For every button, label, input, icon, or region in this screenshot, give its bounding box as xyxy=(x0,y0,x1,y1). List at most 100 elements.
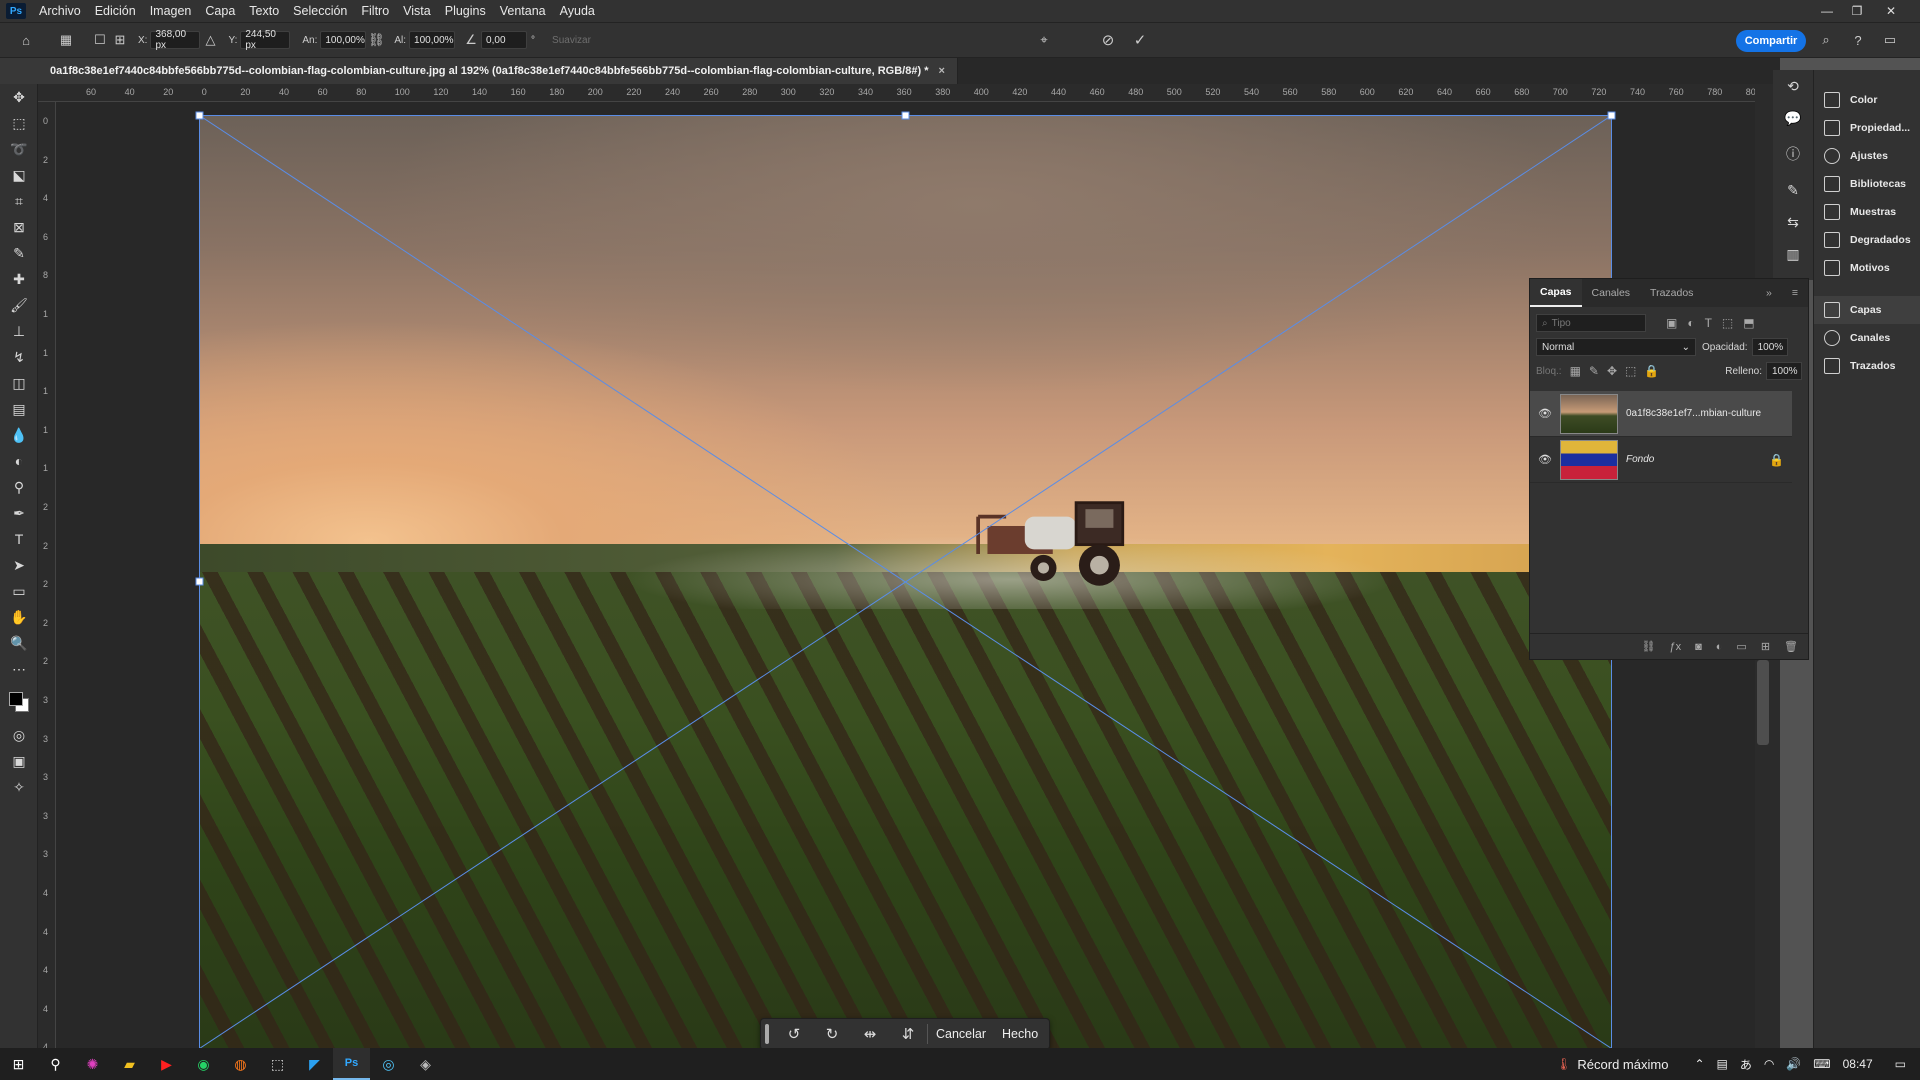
home-icon[interactable]: ⌂ xyxy=(16,30,36,50)
rectangle-tool-icon[interactable]: ▭ xyxy=(0,578,38,604)
workspace-icon[interactable]: ▭ xyxy=(1880,30,1900,50)
visibility-eye-icon[interactable]: 👁 xyxy=(1538,453,1552,466)
document-tab[interactable]: 0a1f8c38e1ef7440c84bbfe566bb775d--colomb… xyxy=(0,58,958,84)
color-swatches-icon[interactable] xyxy=(0,682,38,722)
reference-point-icon[interactable]: ▦ xyxy=(56,30,76,50)
warp-icon[interactable]: ⌖ xyxy=(1034,30,1054,50)
keyboard-icon[interactable]: ⌨ xyxy=(1813,1057,1830,1071)
panel-adjustments[interactable]: Ajustes xyxy=(1814,142,1920,170)
screen-mode-icon[interactable]: ▣ xyxy=(0,748,38,774)
grid-icon[interactable]: ⊞ xyxy=(110,30,130,50)
vscode-icon[interactable]: ◤ xyxy=(296,1048,333,1080)
app-icon-2[interactable]: ⬚ xyxy=(259,1048,296,1080)
layer-row-fondo[interactable]: 👁 Fondo 🔒 xyxy=(1530,437,1792,483)
collapse-panel-icon[interactable]: » xyxy=(1756,279,1782,307)
lasso-tool-icon[interactable]: ➰ xyxy=(0,136,38,162)
fill-field[interactable]: 100% xyxy=(1766,362,1802,380)
history-brush-icon[interactable]: ↯ xyxy=(0,344,38,370)
fx-icon[interactable]: ƒx xyxy=(1669,641,1681,653)
scrollbar-thumb[interactable] xyxy=(1757,660,1769,745)
panel-layers[interactable]: Capas xyxy=(1814,296,1920,324)
visibility-eye-icon[interactable]: 👁 xyxy=(1538,407,1552,420)
gradient-tool-icon[interactable]: ▤ xyxy=(0,396,38,422)
app-icon-1[interactable]: ✺ xyxy=(74,1048,111,1080)
transform-bounding-box[interactable] xyxy=(56,102,1755,1048)
tab-canales[interactable]: Canales xyxy=(1582,279,1641,307)
path-select-tool-icon[interactable]: ➤ xyxy=(0,552,38,578)
generative-icon[interactable]: ✧ xyxy=(0,774,38,800)
link-icon[interactable]: ⛓ xyxy=(366,30,386,50)
weather-text[interactable]: Récord máximo xyxy=(1577,1057,1668,1072)
panel-libraries[interactable]: Bibliotecas xyxy=(1814,170,1920,198)
panel-swatches[interactable]: Muestras xyxy=(1814,198,1920,226)
type-tool-icon[interactable]: T xyxy=(0,526,38,552)
more-tools-icon[interactable]: ⋯ xyxy=(0,656,38,682)
crop-tool-icon[interactable]: ⌗ xyxy=(0,188,38,214)
x-position-field[interactable]: 368,00 px xyxy=(150,29,201,51)
menu-capa[interactable]: Capa xyxy=(198,0,242,22)
stamp-tool-icon[interactable]: ⊥ xyxy=(0,318,38,344)
marquee-tool-icon[interactable]: ⬚ xyxy=(0,110,38,136)
handle-top-right[interactable] xyxy=(1607,111,1616,120)
panel-patterns[interactable]: Motivos xyxy=(1814,254,1920,282)
photoshop-taskbar-icon[interactable]: Ps xyxy=(333,1048,370,1080)
frame-tool-icon[interactable]: ⊠ xyxy=(0,214,38,240)
done-button[interactable]: Hecho xyxy=(994,1018,1046,1050)
delete-layer-icon[interactable]: 🗑 xyxy=(1784,640,1798,653)
minimize-icon[interactable]: — xyxy=(1812,0,1842,22)
panel-gradients[interactable]: Degradados xyxy=(1814,226,1920,254)
angle-field[interactable]: 0,00 xyxy=(481,31,528,49)
cancel-button[interactable]: Cancelar xyxy=(928,1018,994,1050)
eyedropper-tool-icon[interactable]: ✎ xyxy=(0,240,38,266)
hand-tool-icon[interactable]: ✋ xyxy=(0,604,38,630)
menu-seleccion[interactable]: Selección xyxy=(286,0,354,22)
checkbox-icon[interactable]: ☐ xyxy=(90,30,110,50)
menu-edicion[interactable]: Edición xyxy=(88,0,143,22)
language-icon[interactable]: あ xyxy=(1740,1056,1752,1073)
device-icon[interactable]: ▤ xyxy=(1717,1057,1728,1071)
menu-ayuda[interactable]: Ayuda xyxy=(553,0,602,22)
adjustment-layer-icon[interactable]: ◐ xyxy=(1716,641,1723,653)
eraser-tool-icon[interactable]: ◫ xyxy=(0,370,38,396)
layer-filter-search[interactable]: ⌕ Tipo xyxy=(1536,314,1646,332)
panel-color[interactable]: Color xyxy=(1814,86,1920,114)
new-layer-icon[interactable]: ⊞ xyxy=(1761,640,1770,653)
layer-filter-icons[interactable]: ▣◐T⬚⬒ xyxy=(1666,316,1765,330)
rotate-right-icon[interactable]: ↻ xyxy=(813,1018,851,1050)
info-icon[interactable]: ⓘ xyxy=(1773,134,1813,174)
menu-archivo[interactable]: Archivo xyxy=(32,0,88,22)
dodge-tool-icon[interactable]: ◐ xyxy=(0,448,38,474)
character-icon[interactable]: ▥ xyxy=(1773,238,1813,270)
brush-tool-icon[interactable]: 🖌 xyxy=(0,292,38,318)
smooth-label[interactable]: Suavizar xyxy=(552,35,591,46)
close-window-icon[interactable]: ✕ xyxy=(1876,0,1906,22)
app-icon-3[interactable]: ◈ xyxy=(407,1048,444,1080)
menu-texto[interactable]: Texto xyxy=(242,0,286,22)
commit-transform-icon[interactable]: ✓ xyxy=(1130,30,1150,50)
zoom-tool-icon[interactable]: 🔍 xyxy=(0,630,38,656)
object-select-tool-icon[interactable]: ⬕ xyxy=(0,162,38,188)
height-field[interactable]: 100,00% xyxy=(409,31,456,49)
history-icon[interactable]: ⟲ xyxy=(1773,70,1813,102)
close-tab-icon[interactable]: × xyxy=(938,65,944,77)
sticky-notes-icon[interactable]: ▰ xyxy=(111,1048,148,1080)
youtube-icon[interactable]: ▶ xyxy=(148,1048,185,1080)
chrome-icon[interactable]: ◎ xyxy=(370,1048,407,1080)
menu-filtro[interactable]: Filtro xyxy=(354,0,396,22)
drag-handle[interactable] xyxy=(765,1024,769,1044)
flip-vertical-icon[interactable]: ⇵ xyxy=(889,1018,927,1050)
wifi-icon[interactable]: ◠ xyxy=(1764,1057,1774,1071)
firefox-icon[interactable]: ◍ xyxy=(222,1048,259,1080)
tab-trazados[interactable]: Trazados xyxy=(1640,279,1703,307)
blur-tool-icon[interactable]: 💧 xyxy=(0,422,38,448)
restore-icon[interactable]: ❐ xyxy=(1842,0,1872,22)
handle-middle-left[interactable] xyxy=(195,577,204,586)
handle-top-left[interactable] xyxy=(195,111,204,120)
menu-vista[interactable]: Vista xyxy=(396,0,438,22)
tool-presets-icon[interactable]: ⇆ xyxy=(1773,206,1813,238)
delta-icon[interactable]: △ xyxy=(200,30,220,50)
y-position-field[interactable]: 244,50 px xyxy=(240,29,291,51)
clock[interactable]: 08:47 xyxy=(1843,1057,1873,1071)
panel-paths[interactable]: Trazados xyxy=(1814,352,1920,380)
notifications-icon[interactable]: ▭ xyxy=(1895,1057,1906,1071)
